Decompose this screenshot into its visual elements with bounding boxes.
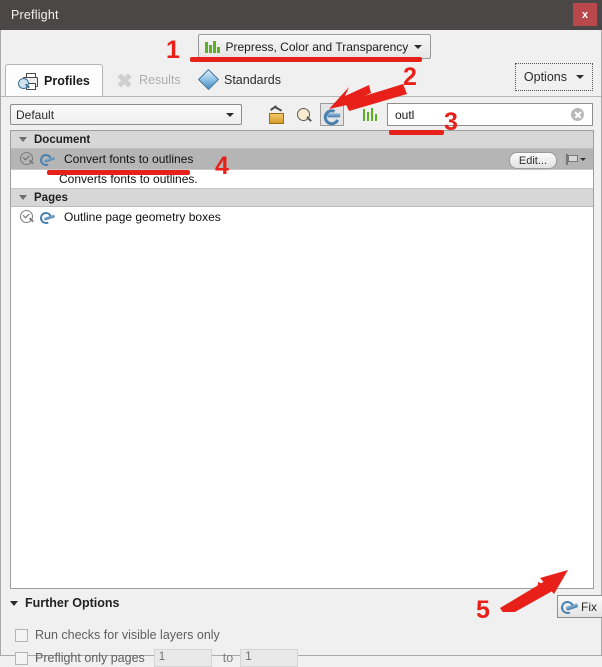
chevron-down-icon bbox=[576, 75, 584, 79]
options-button[interactable]: Options bbox=[514, 63, 593, 91]
page-range-checkbox[interactable] bbox=[15, 651, 28, 665]
profile-selector-button[interactable]: Prepress, Color and Transparency bbox=[198, 34, 432, 59]
cross-icon bbox=[115, 72, 133, 88]
chevron-down-icon bbox=[580, 158, 586, 161]
option-row-page-range: Preflight only pages 1 to 1 bbox=[15, 649, 299, 667]
rule-description-row: Converts fonts to outlines. bbox=[11, 169, 593, 189]
clear-icon[interactable] bbox=[571, 108, 584, 121]
printer-magnifier-icon bbox=[18, 72, 38, 90]
wrench-icon bbox=[38, 152, 56, 168]
window-titlebar: Preflight x bbox=[0, 0, 602, 30]
tab-standards-label: Standards bbox=[224, 73, 281, 87]
visible-layers-checkbox[interactable] bbox=[15, 628, 28, 642]
diamond-icon bbox=[197, 68, 220, 91]
search-input[interactable]: outl bbox=[387, 103, 593, 126]
page-range-label: Preflight only pages bbox=[35, 651, 145, 665]
rule-label: Outline page geometry boxes bbox=[64, 210, 221, 224]
edit-button-label: Edit... bbox=[518, 154, 547, 167]
profile-dropdown-value: Default bbox=[16, 107, 55, 122]
further-options-toggle[interactable]: Further Options bbox=[10, 596, 119, 610]
toolbar: Default outl bbox=[1, 100, 601, 130]
chevron-down-icon bbox=[19, 137, 27, 142]
profiles-filter-button[interactable] bbox=[358, 103, 382, 126]
bars-chart-icon bbox=[205, 40, 220, 53]
wrench-icon bbox=[38, 210, 56, 226]
check-icon bbox=[20, 152, 34, 166]
tab-strip: Profiles Results Standards bbox=[1, 60, 601, 97]
window-title: Preflight bbox=[11, 8, 59, 22]
profile-selector-label: Prepress, Color and Transparency bbox=[225, 39, 409, 54]
window-body: Prepress, Color and Transparency Profile… bbox=[0, 30, 602, 667]
wand-icon bbox=[267, 104, 285, 124]
wrench-icon bbox=[321, 104, 343, 127]
page-to-label: to bbox=[222, 651, 234, 665]
wand-button[interactable] bbox=[264, 103, 288, 126]
further-options-label: Further Options bbox=[25, 596, 120, 610]
search-input-value: outl bbox=[395, 107, 415, 122]
fix-button-label: Fix bbox=[581, 599, 597, 614]
flag-icon bbox=[566, 154, 578, 165]
bars-chart-icon bbox=[362, 108, 378, 121]
chevron-down-icon bbox=[10, 600, 18, 606]
profile-dropdown[interactable]: Default bbox=[10, 104, 242, 125]
edit-button[interactable]: Edit... bbox=[508, 152, 557, 169]
page-from-input[interactable]: 1 bbox=[153, 649, 212, 667]
page-to-input[interactable]: 1 bbox=[240, 649, 299, 667]
rule-description: Converts fonts to outlines. bbox=[59, 172, 198, 186]
options-button-label: Options bbox=[523, 70, 567, 84]
tab-profiles-label: Profiles bbox=[44, 73, 90, 88]
rule-label: Convert fonts to outlines bbox=[64, 152, 194, 166]
close-button[interactable]: x bbox=[573, 3, 597, 26]
fixups-filter-button[interactable] bbox=[320, 103, 344, 127]
check-icon bbox=[20, 210, 34, 224]
tab-results-label: Results bbox=[139, 73, 181, 87]
wrench-icon bbox=[559, 599, 579, 616]
group-header-document-label: Document bbox=[34, 133, 91, 146]
tab-profiles[interactable]: Profiles bbox=[5, 64, 103, 96]
flag-dropdown-button[interactable] bbox=[561, 151, 590, 168]
fix-button[interactable]: Fix bbox=[557, 595, 602, 618]
group-header-pages-label: Pages bbox=[34, 191, 68, 204]
group-header-document[interactable]: Document bbox=[11, 131, 593, 149]
magnifier-icon bbox=[296, 107, 313, 123]
search-rules-button[interactable] bbox=[292, 103, 316, 126]
chevron-down-icon bbox=[414, 44, 423, 49]
chevron-down-icon bbox=[19, 195, 27, 200]
chevron-down-icon bbox=[226, 112, 234, 117]
visible-layers-label: Run checks for visible layers only bbox=[35, 628, 220, 642]
close-icon: x bbox=[581, 8, 589, 21]
option-row-visible-layers: Run checks for visible layers only bbox=[15, 628, 220, 642]
tab-standards[interactable]: Standards bbox=[186, 64, 293, 96]
table-row[interactable]: Convert fonts to outlines Edit... bbox=[11, 149, 593, 169]
table-row[interactable]: Outline page geometry boxes bbox=[11, 207, 593, 227]
tab-results[interactable]: Results bbox=[103, 64, 193, 96]
group-header-pages[interactable]: Pages bbox=[11, 189, 593, 207]
rule-list[interactable]: Document Convert fonts to outlines Edit.… bbox=[10, 130, 594, 589]
